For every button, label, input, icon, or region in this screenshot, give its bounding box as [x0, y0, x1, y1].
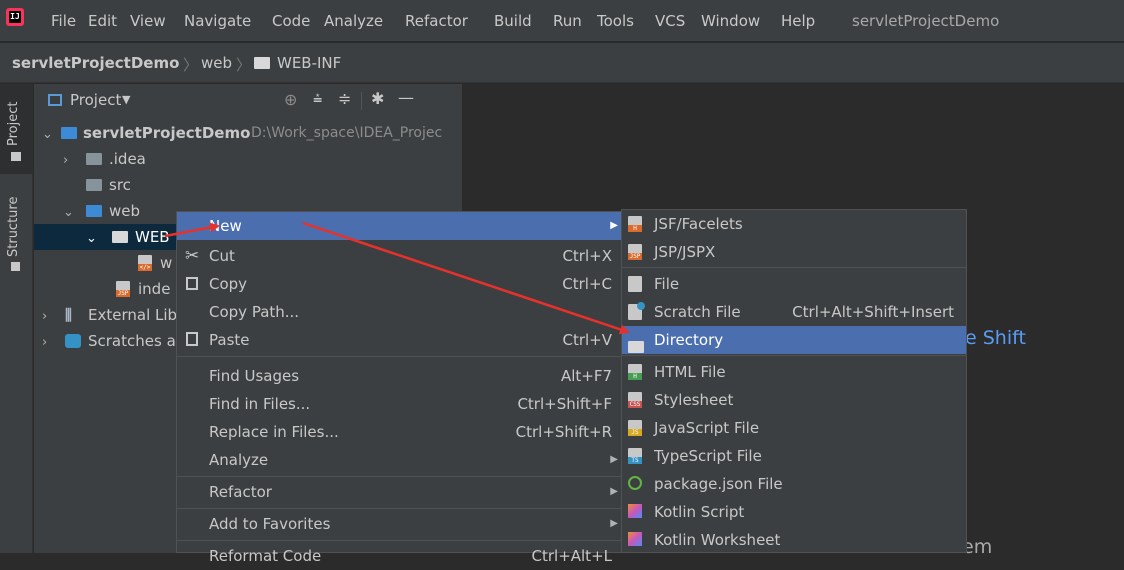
annotation-arrow-new [164, 222, 220, 238]
annotation-arrow-directory [302, 221, 630, 335]
annotation-arrows [164, 221, 630, 335]
